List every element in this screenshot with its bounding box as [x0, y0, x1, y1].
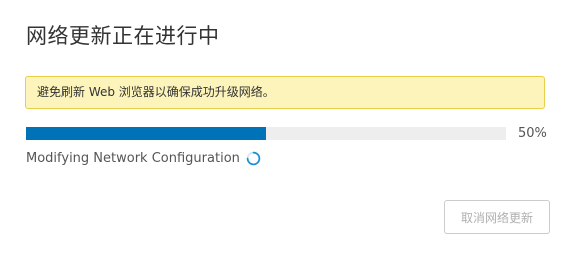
progress-bar-fill — [26, 127, 266, 140]
progress-bar — [26, 127, 506, 140]
status-row: Modifying Network Configuration — [26, 148, 261, 168]
spinner-icon — [246, 151, 261, 166]
network-update-dialog: 网络更新正在进行中 避免刷新 Web 浏览器以确保成功升级网络。 50% Mod… — [0, 0, 573, 259]
progress-percent: 50% — [518, 126, 547, 141]
cancel-network-update-button[interactable]: 取消网络更新 — [444, 200, 550, 234]
warning-banner: 避免刷新 Web 浏览器以确保成功升级网络。 — [25, 76, 545, 109]
warning-message: 避免刷新 Web 浏览器以确保成功升级网络。 — [37, 85, 275, 99]
dialog-title: 网络更新正在进行中 — [26, 24, 220, 48]
status-text: Modifying Network Configuration — [26, 150, 240, 166]
